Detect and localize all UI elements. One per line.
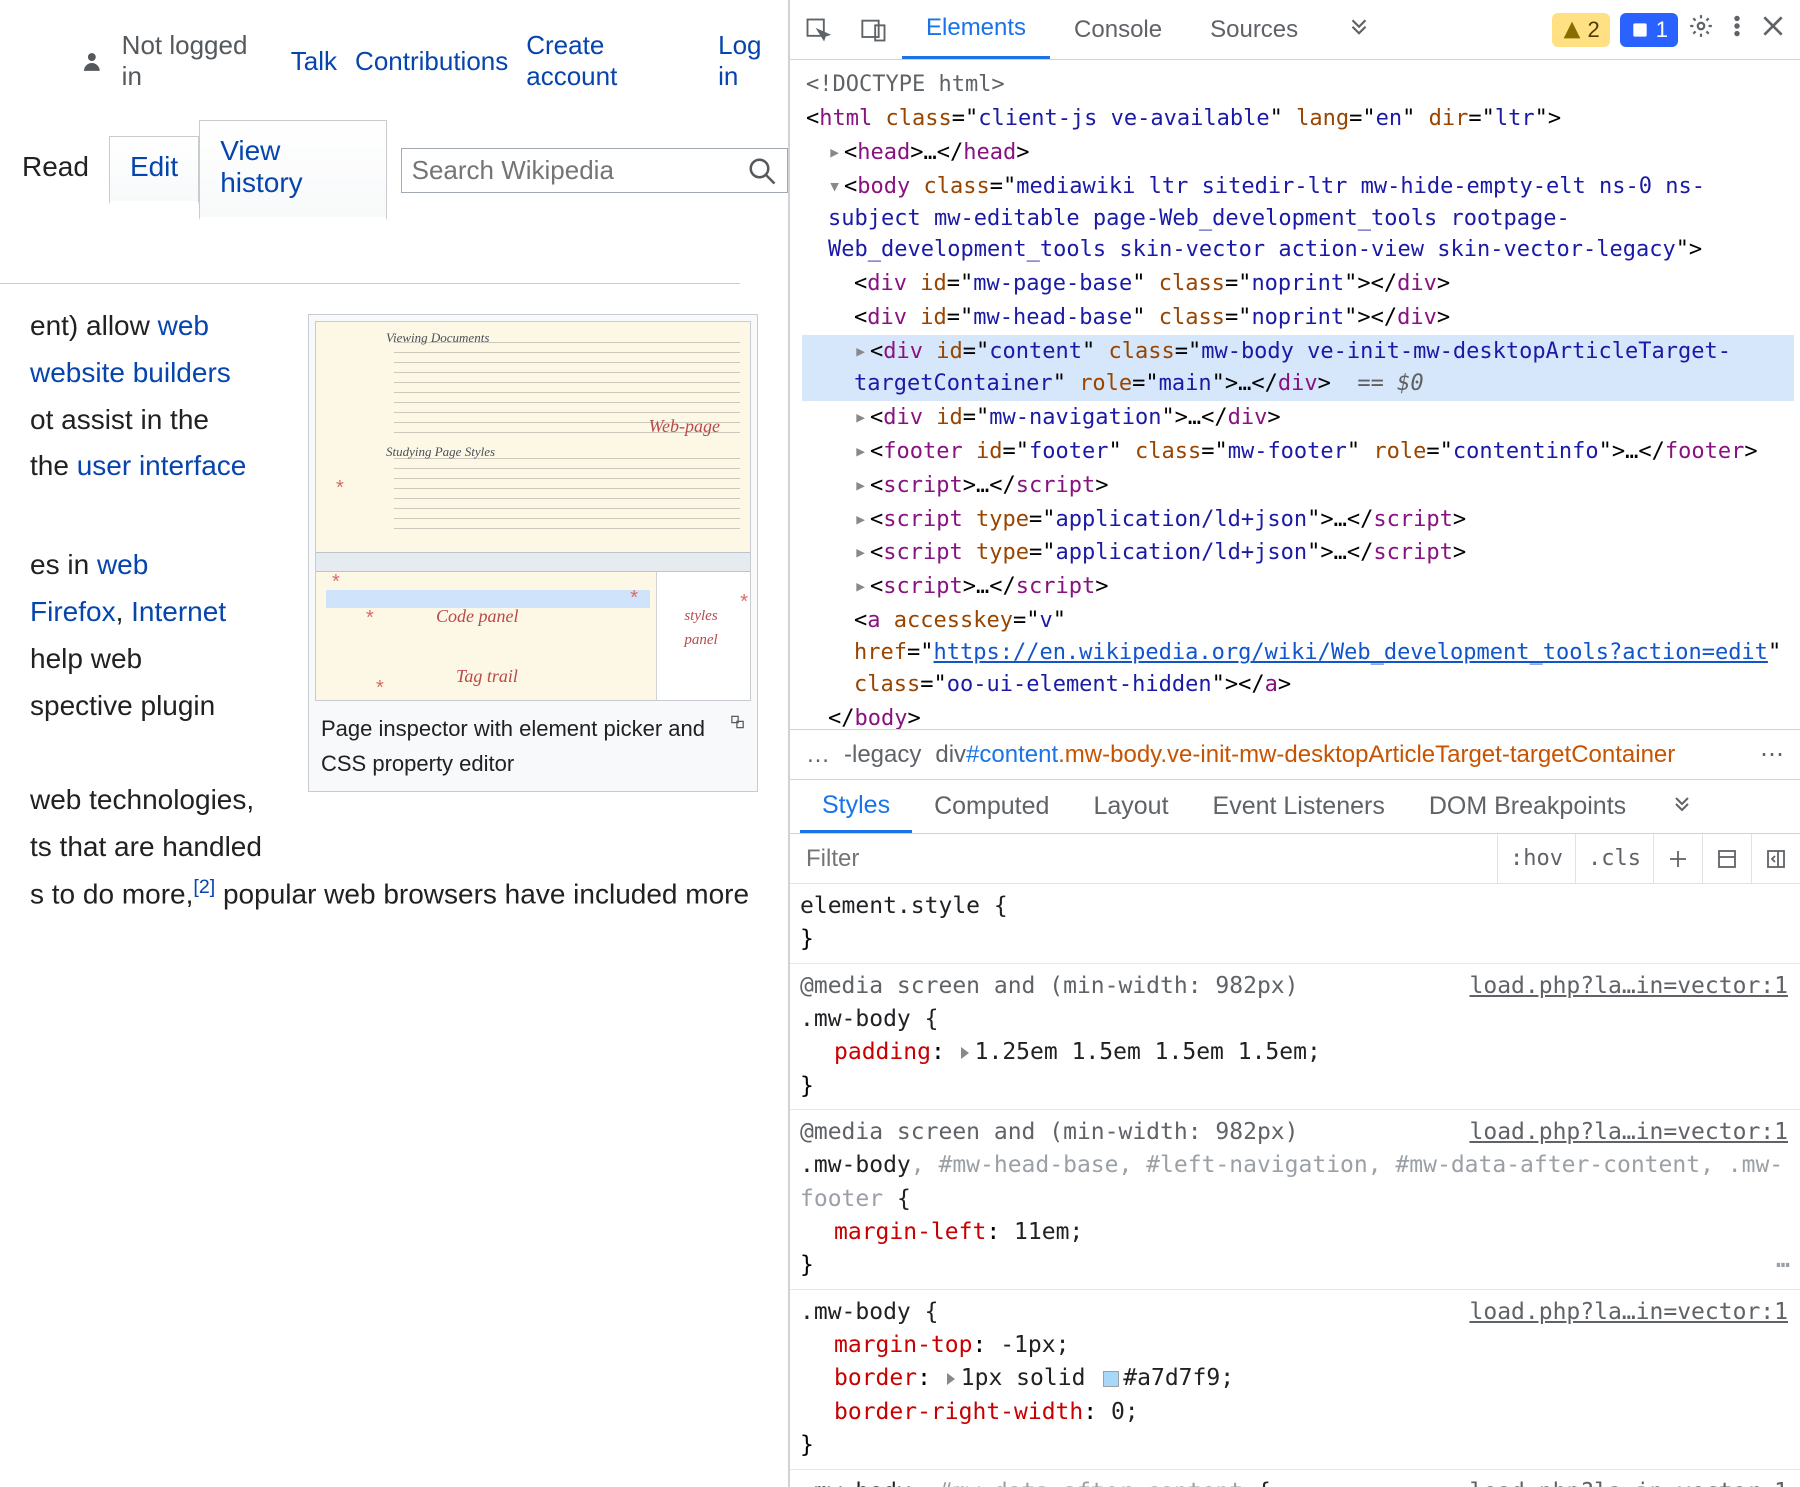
- search-input[interactable]: [412, 155, 747, 186]
- dom-doctype[interactable]: <!DOCTYPE html>: [802, 68, 1794, 102]
- close-devtools-button[interactable]: [1760, 13, 1786, 46]
- css-rule[interactable]: load.php?la…in=vector:1.mw-body, #mw-dat…: [790, 1470, 1800, 1487]
- tabs-overflow[interactable]: [1322, 0, 1396, 59]
- article-body: Viewing Documents Studying Page Styles W…: [0, 284, 788, 937]
- dom-body-open[interactable]: <body class="mediawiki ltr sitedir-ltr m…: [802, 170, 1794, 268]
- dom-script1[interactable]: <script>…</script>: [802, 469, 1794, 503]
- mini-label-code: Code panel: [436, 602, 519, 631]
- styles-toolbar: :hov .cls: [790, 834, 1800, 884]
- rule-source-link[interactable]: load.php?la…in=vector:1: [1470, 970, 1789, 1003]
- hov-toggle[interactable]: :hov: [1497, 834, 1575, 883]
- not-logged-in-label: Not logged in: [122, 30, 273, 92]
- rule-options-icon[interactable]: ⋯: [1776, 1249, 1792, 1282]
- dom-body-close[interactable]: </body>: [802, 702, 1794, 730]
- css-rule[interactable]: load.php?la…in=vector:1@media screen and…: [790, 1110, 1800, 1290]
- search-icon[interactable]: [747, 156, 777, 186]
- dom-html-open[interactable]: <html class="client-js ve-available" lan…: [802, 102, 1794, 136]
- create-account-link[interactable]: Create account: [526, 30, 700, 92]
- dom-script2[interactable]: <script type="application/ld+json">…</sc…: [802, 503, 1794, 537]
- subtab-event-listeners[interactable]: Event Listeners: [1191, 780, 1407, 833]
- personal-tools: Not logged in Talk Contributions Create …: [0, 0, 788, 120]
- styles-filter-input[interactable]: [790, 845, 1497, 873]
- kebab-menu-button[interactable]: [1724, 13, 1750, 46]
- devtools-panel: Elements Console Sources 2 1 <!DOCTYPE h…: [790, 0, 1800, 1487]
- rule-source-link[interactable]: load.php?la…in=vector:1: [1470, 1476, 1789, 1487]
- dom-script4[interactable]: <script>…</script>: [802, 570, 1794, 604]
- dom-navigation[interactable]: <div id="mw-navigation">…</div>: [802, 401, 1794, 435]
- dom-pagebase[interactable]: <div id="mw-page-base" class="noprint"><…: [802, 267, 1794, 301]
- page-tabs: Read Edit View history: [0, 120, 788, 221]
- link-internet[interactable]: Internet: [131, 596, 226, 627]
- styles-subtabs: Styles Computed Layout Event Listeners D…: [790, 780, 1800, 834]
- contributions-link[interactable]: Contributions: [355, 46, 508, 77]
- dom-anchor[interactable]: <a accesskey="v" href="https://en.wikipe…: [802, 604, 1794, 702]
- thumbnail-box: Viewing Documents Studying Page Styles W…: [308, 314, 758, 792]
- wikipedia-page-fragment: Not logged in Talk Contributions Create …: [0, 0, 790, 1487]
- issues-badge[interactable]: 1: [1620, 13, 1678, 47]
- devtools-toolbar: Elements Console Sources 2 1: [790, 0, 1800, 60]
- css-rule[interactable]: load.php?la…in=vector:1.mw-body {margin-…: [790, 1290, 1800, 1470]
- thumbnail-caption: Page inspector with element picker and C…: [321, 711, 720, 781]
- dom-breadcrumb[interactable]: … -legacy div#content.mw-body.ve-init-mw…: [790, 730, 1800, 780]
- settings-button[interactable]: [1688, 13, 1714, 46]
- thumbnail-image[interactable]: Viewing Documents Studying Page Styles W…: [315, 321, 751, 701]
- subtab-dom-breakpoints[interactable]: DOM Breakpoints: [1407, 780, 1648, 833]
- login-link[interactable]: Log in: [718, 30, 788, 92]
- warnings-badge[interactable]: 2: [1552, 13, 1610, 47]
- subtab-layout[interactable]: Layout: [1071, 780, 1190, 833]
- tab-edit[interactable]: Edit: [109, 136, 199, 205]
- link-user-interface[interactable]: user interface: [77, 450, 247, 481]
- inspect-element-button[interactable]: [790, 0, 846, 59]
- link-web[interactable]: web: [158, 310, 209, 341]
- cls-toggle[interactable]: .cls: [1575, 834, 1653, 883]
- dom-tree[interactable]: <!DOCTYPE html> <html class="client-js v…: [790, 60, 1800, 730]
- mini-label-tagtrail: Tag trail: [456, 662, 518, 691]
- subtab-styles[interactable]: Styles: [800, 780, 912, 833]
- rule-source-link[interactable]: load.php?la…in=vector:1: [1470, 1296, 1789, 1329]
- tab-sources[interactable]: Sources: [1186, 0, 1322, 59]
- computed-styles-button[interactable]: [1702, 834, 1751, 883]
- dom-content-selected[interactable]: ⋯<div id="content" class="mw-body ve-ini…: [802, 335, 1794, 401]
- breadcrumb-overflow-icon[interactable]: ⋯: [1760, 740, 1784, 769]
- css-rule[interactable]: load.php?la…in=vector:1@media screen and…: [790, 964, 1800, 1110]
- user-icon: [80, 49, 104, 73]
- rule-source-link[interactable]: load.php?la…in=vector:1: [1470, 1116, 1789, 1149]
- link-firefox[interactable]: Firefox: [30, 596, 116, 627]
- new-style-rule-button[interactable]: [1653, 834, 1702, 883]
- tab-elements[interactable]: Elements: [902, 0, 1050, 59]
- tab-console[interactable]: Console: [1050, 0, 1186, 59]
- dom-headbase[interactable]: <div id="mw-head-base" class="noprint"><…: [802, 301, 1794, 335]
- link-website-builders[interactable]: website builders: [30, 357, 231, 388]
- mini-label-webpage: Web-page: [649, 412, 720, 441]
- subtab-computed[interactable]: Computed: [912, 780, 1071, 833]
- dom-footer[interactable]: <footer id="footer" class="mw-footer" ro…: [802, 435, 1794, 469]
- mini-label-styles: styles panel: [666, 604, 736, 652]
- link-web2[interactable]: web: [97, 549, 148, 580]
- dom-head[interactable]: <head>…</head>: [802, 136, 1794, 170]
- css-rule[interactable]: element.style {}: [790, 884, 1800, 964]
- dom-script3[interactable]: <script type="application/ld+json">…</sc…: [802, 536, 1794, 570]
- tab-view-history[interactable]: View history: [199, 120, 386, 221]
- tab-read[interactable]: Read: [2, 137, 109, 205]
- toggle-sidebar-button[interactable]: [1751, 834, 1800, 883]
- device-toolbar-button[interactable]: [846, 0, 902, 59]
- subtabs-overflow[interactable]: [1648, 780, 1716, 833]
- search-box[interactable]: [401, 148, 788, 193]
- styles-pane[interactable]: element.style {}load.php?la…in=vector:1@…: [790, 884, 1800, 1487]
- reference-link[interactable]: [2]: [193, 876, 215, 898]
- talk-link[interactable]: Talk: [291, 46, 337, 77]
- expand-icon[interactable]: [730, 711, 745, 733]
